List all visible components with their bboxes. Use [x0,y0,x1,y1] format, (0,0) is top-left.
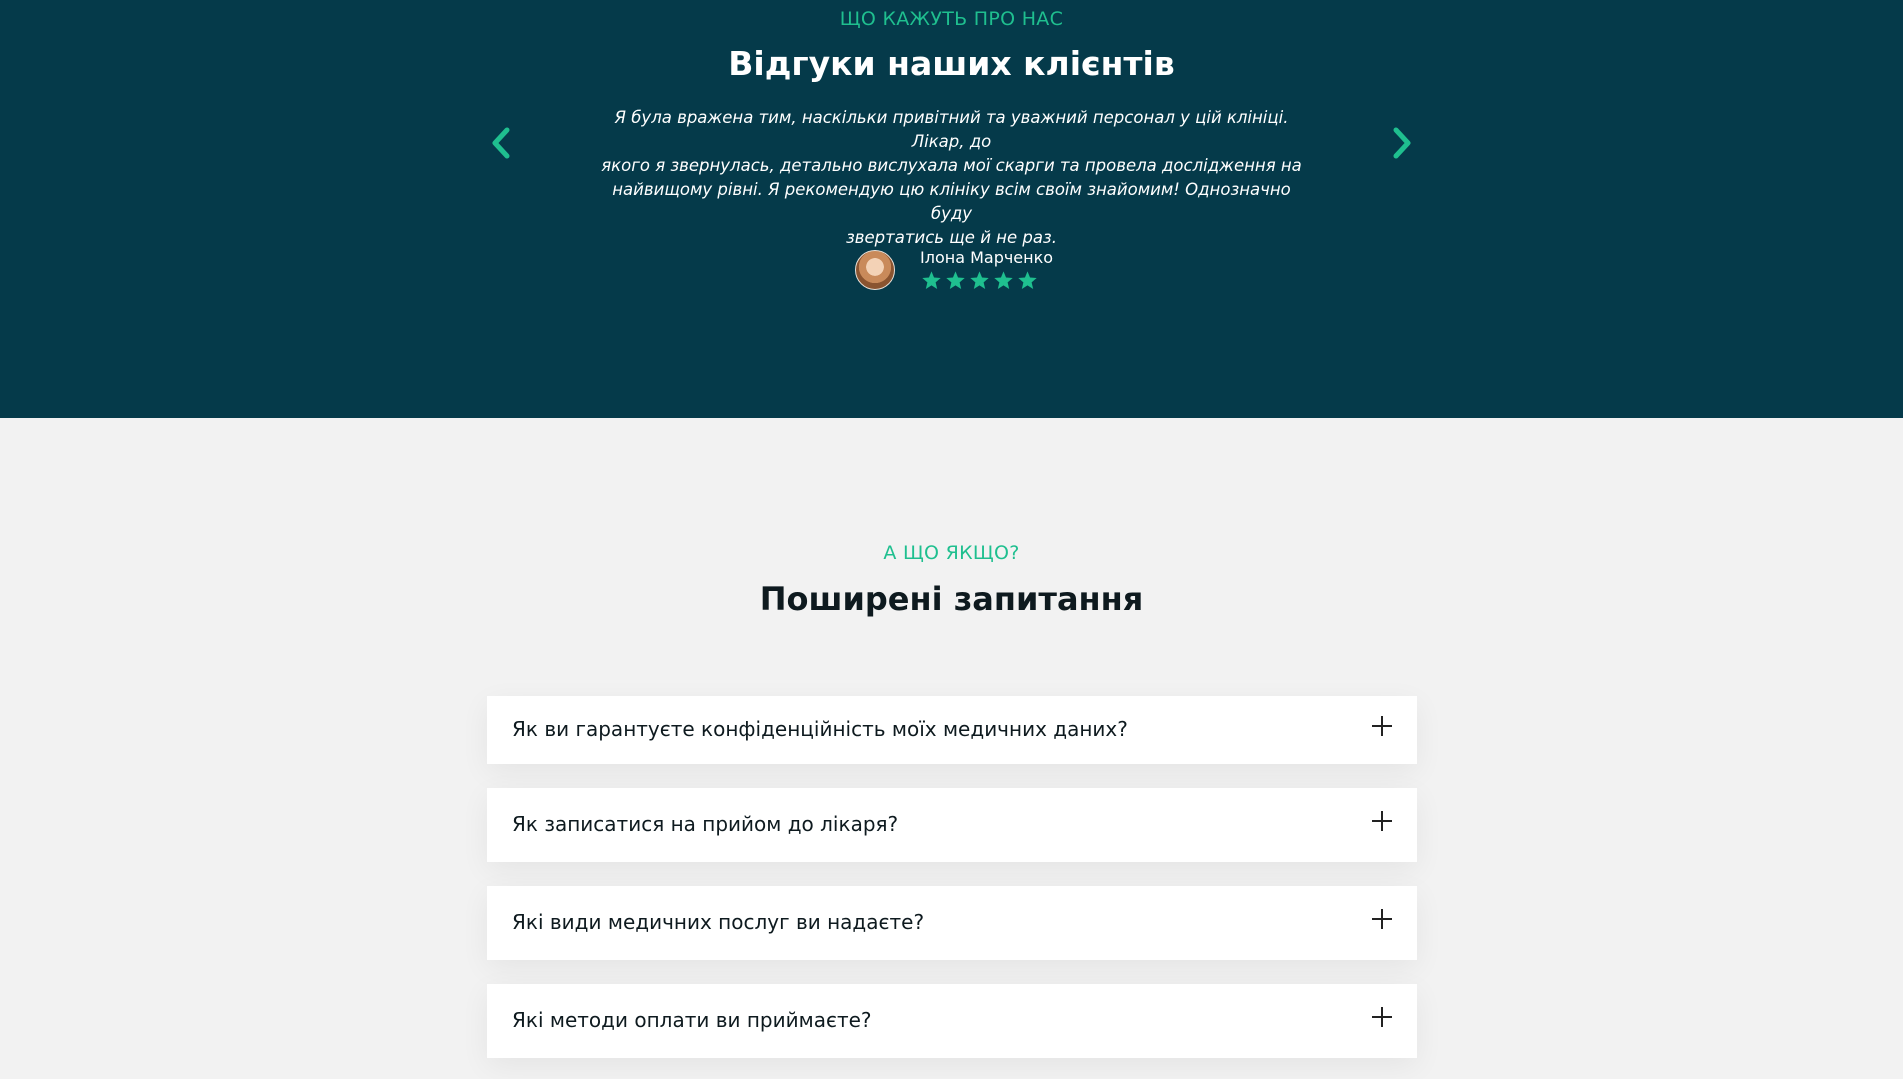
star-icon [945,270,966,291]
testimonials-section: ЩО КАЖУТЬ ПРО НАС Відгуки наших клієнтів… [0,0,1903,418]
carousel-next-button[interactable] [1381,118,1421,168]
rating-stars [921,270,1038,291]
quote-line: якого я звернулась, детально вислухала м… [601,156,1302,175]
faq-question: Які види медичних послуг ви надаєте? [512,910,925,934]
plus-icon[interactable] [1371,1006,1393,1028]
faq-question: Які методи оплати ви приймаєте? [512,1008,872,1032]
plus-icon[interactable] [1371,810,1393,832]
plus-icon[interactable] [1371,908,1393,930]
faq-item[interactable]: Які методи оплати ви приймаєте? [487,984,1417,1058]
chevron-right-icon [1393,127,1411,159]
faq-question: Як ви гарантуєте конфіденційність моїх м… [512,717,1128,741]
testimonials-eyebrow: ЩО КАЖУТЬ ПРО НАС [839,8,1064,30]
testimonial-author: Ілона Марченко [855,248,1155,292]
star-icon [921,270,942,291]
faq-eyebrow: А ЩО ЯКЩО? [883,542,1020,564]
testimonials-title: Відгуки наших клієнтів [728,44,1175,83]
carousel-prev-button[interactable] [482,118,522,168]
author-name: Ілона Марченко [920,248,1054,267]
quote-line: найвищому рівні. Я рекомендую цю клініку… [612,180,1291,223]
testimonial-quote: Я була вражена тим, наскільки привітний … [600,106,1303,250]
chevron-left-icon [492,127,510,159]
quote-line: звертатись ще й не раз. [846,228,1057,247]
star-icon [993,270,1014,291]
faq-title: Поширені запитання [759,580,1144,618]
faq-question: Як записатися на прийом до лікаря? [512,812,899,836]
faq-item[interactable]: Як ви гарантуєте конфіденційність моїх м… [487,696,1417,764]
faq-item[interactable]: Як записатися на прийом до лікаря? [487,788,1417,862]
quote-line: Я була вражена тим, наскільки привітний … [614,108,1289,151]
star-icon [1017,270,1038,291]
faq-item[interactable]: Які види медичних послуг ви надаєте? [487,886,1417,960]
star-icon [969,270,990,291]
plus-icon[interactable] [1371,715,1393,737]
avatar [855,250,895,290]
